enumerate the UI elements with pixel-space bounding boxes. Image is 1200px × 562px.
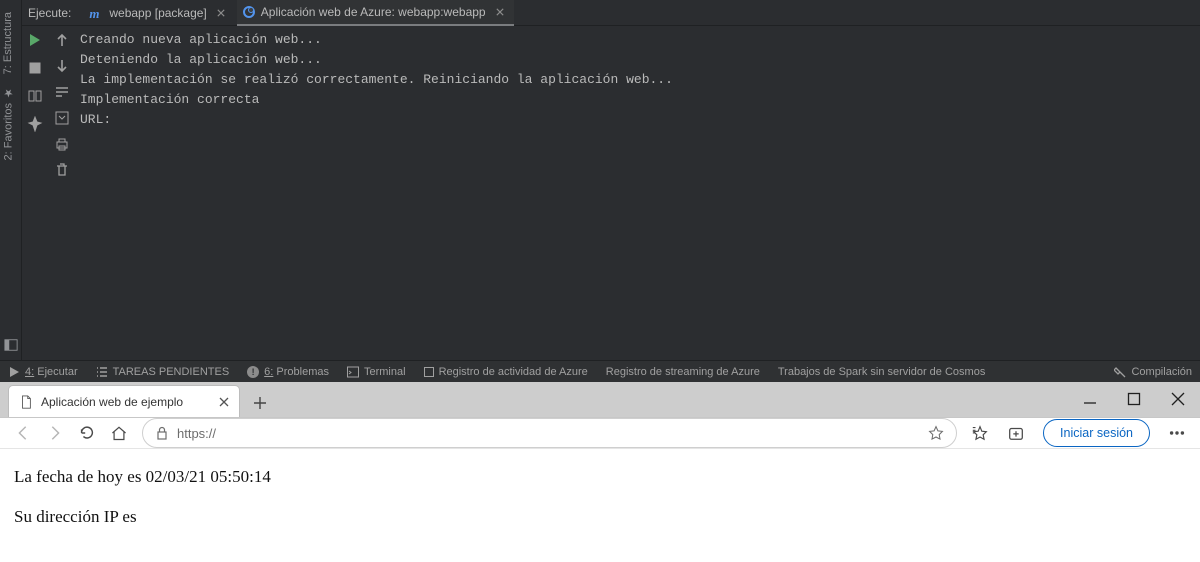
run-label: Ejecute: bbox=[28, 6, 71, 20]
run-toolbar-primary bbox=[22, 26, 48, 360]
sidebar-item-estructura[interactable]: 7: Estructura bbox=[0, 6, 16, 80]
plus-icon bbox=[253, 396, 267, 410]
sidebar-label-estructura: 7: Estructura bbox=[2, 12, 14, 74]
console-line: Deteniendo la aplicación web... bbox=[76, 50, 1200, 70]
square-icon bbox=[424, 367, 434, 377]
address-bar[interactable]: https:// bbox=[142, 418, 957, 448]
bb-label: Compilación bbox=[1131, 366, 1192, 378]
page-date-line: La fecha de hoy es 02/03/21 05:50:14 bbox=[14, 467, 1186, 487]
stop-icon[interactable] bbox=[27, 60, 43, 76]
console-line: La implementación se realizó correctamen… bbox=[76, 70, 1200, 90]
page-ip-line: Su dirección IP es bbox=[14, 507, 1186, 527]
bb-num: 4: bbox=[25, 366, 34, 378]
tab-webapp-package[interactable]: m webapp [package] bbox=[83, 0, 234, 26]
tool-window-icon[interactable] bbox=[4, 338, 18, 352]
console-line: URL: bbox=[76, 110, 1200, 130]
console-line: Creando nueva aplicación web... bbox=[76, 30, 1200, 50]
run-icon[interactable] bbox=[27, 32, 43, 48]
tab-azure-webapp[interactable]: Aplicación web de Azure: webapp:webapp bbox=[237, 0, 514, 26]
minimize-icon[interactable] bbox=[1082, 391, 1098, 407]
refresh-icon[interactable] bbox=[78, 424, 96, 442]
bb-label: TAREAS PENDIENTES bbox=[113, 366, 230, 378]
bb-label: Problemas bbox=[276, 366, 329, 378]
console-output: Creando nueva aplicación web... Detenien… bbox=[76, 26, 1200, 360]
browser-tab[interactable]: Aplicación web de ejemplo bbox=[8, 385, 240, 417]
browser-tab-title: Aplicación web de ejemplo bbox=[41, 395, 183, 409]
bb-label: Trabajos de Spark sin servidor de Cosmos bbox=[778, 366, 985, 378]
bb-label: Terminal bbox=[364, 366, 406, 378]
ide-left-sidebar: 7: Estructura 2: Favoritos ★ bbox=[0, 0, 22, 360]
bb-compilacion[interactable]: Compilación bbox=[1114, 366, 1192, 378]
back-icon[interactable] bbox=[14, 424, 32, 442]
close-icon[interactable] bbox=[219, 397, 229, 407]
ide-bottom-bar: 4: Ejecutar TAREAS PENDIENTES ! 6: Probl… bbox=[0, 360, 1200, 382]
tab-label: Aplicación web de Azure: webapp:webapp bbox=[261, 5, 486, 19]
tab-label: webapp [package] bbox=[109, 6, 206, 20]
bb-problemas[interactable]: ! 6: Problemas bbox=[247, 366, 329, 378]
sidebar-label-favoritos: 2: Favoritos bbox=[3, 103, 15, 160]
scroll-to-end-icon[interactable] bbox=[54, 110, 70, 126]
bb-ejecutar[interactable]: 4: Ejecutar bbox=[8, 366, 78, 378]
forward-icon[interactable] bbox=[46, 424, 64, 442]
bb-num: 6: bbox=[264, 366, 273, 378]
page-content: La fecha de hoy es 02/03/21 05:50:14 Su … bbox=[0, 449, 1200, 562]
home-icon[interactable] bbox=[110, 424, 128, 442]
print-icon[interactable] bbox=[54, 136, 70, 152]
window-close-icon[interactable] bbox=[1170, 391, 1186, 407]
list-icon bbox=[96, 366, 108, 378]
soft-wrap-icon[interactable] bbox=[54, 84, 70, 100]
new-tab-button[interactable] bbox=[246, 389, 274, 417]
problems-icon: ! bbox=[247, 366, 259, 378]
azure-icon bbox=[243, 6, 255, 18]
pin-icon[interactable] bbox=[27, 116, 43, 132]
star-outline-icon[interactable] bbox=[928, 425, 944, 441]
bb-label: Registro de actividad de Azure bbox=[439, 366, 588, 378]
favorites-icon[interactable] bbox=[971, 424, 989, 442]
close-icon[interactable] bbox=[217, 9, 225, 17]
maximize-icon[interactable] bbox=[1126, 391, 1142, 407]
run-tabs-bar: Ejecute: m webapp [package] Aplicación w… bbox=[22, 0, 1200, 26]
lock-icon bbox=[155, 426, 169, 440]
bb-tareas[interactable]: TAREAS PENDIENTES bbox=[96, 366, 230, 378]
browser-right-icons: Iniciar sesión bbox=[971, 419, 1186, 447]
play-icon bbox=[8, 366, 20, 378]
more-icon[interactable] bbox=[1168, 424, 1186, 442]
page-icon bbox=[19, 395, 33, 409]
arrow-down-icon[interactable] bbox=[54, 58, 70, 74]
bb-label: Registro de streaming de Azure bbox=[606, 366, 760, 378]
console-line: Implementación correcta bbox=[76, 90, 1200, 110]
collections-icon[interactable] bbox=[1007, 424, 1025, 442]
trash-icon[interactable] bbox=[54, 162, 70, 178]
bb-label: Ejecutar bbox=[37, 366, 77, 378]
maven-icon: m bbox=[89, 6, 103, 20]
layout-icon[interactable] bbox=[27, 88, 43, 104]
hammer-icon bbox=[1114, 366, 1126, 378]
star-icon: ★ bbox=[2, 86, 15, 99]
bb-spark[interactable]: Trabajos de Spark sin servidor de Cosmos bbox=[778, 366, 985, 378]
browser-window: Aplicación web de ejemplo https:// Inici… bbox=[0, 382, 1200, 562]
bb-terminal[interactable]: Terminal bbox=[347, 366, 406, 378]
browser-tab-strip: Aplicación web de ejemplo bbox=[0, 382, 1200, 418]
bb-registro-streaming[interactable]: Registro de streaming de Azure bbox=[606, 366, 760, 378]
run-toolbar-secondary bbox=[48, 26, 76, 360]
ide-panel: 7: Estructura 2: Favoritos ★ Ejecute: m … bbox=[0, 0, 1200, 382]
browser-toolbar: https:// Iniciar sesión bbox=[0, 418, 1200, 449]
sidebar-item-favoritos[interactable]: 2: Favoritos ★ bbox=[0, 80, 17, 166]
url-text: https:// bbox=[177, 426, 216, 441]
terminal-icon bbox=[347, 366, 359, 378]
arrow-up-icon[interactable] bbox=[54, 32, 70, 48]
bb-registro-actividad[interactable]: Registro de actividad de Azure bbox=[424, 366, 588, 378]
login-button[interactable]: Iniciar sesión bbox=[1043, 419, 1150, 447]
close-icon[interactable] bbox=[496, 8, 504, 16]
run-tool-window: Ejecute: m webapp [package] Aplicación w… bbox=[22, 0, 1200, 360]
